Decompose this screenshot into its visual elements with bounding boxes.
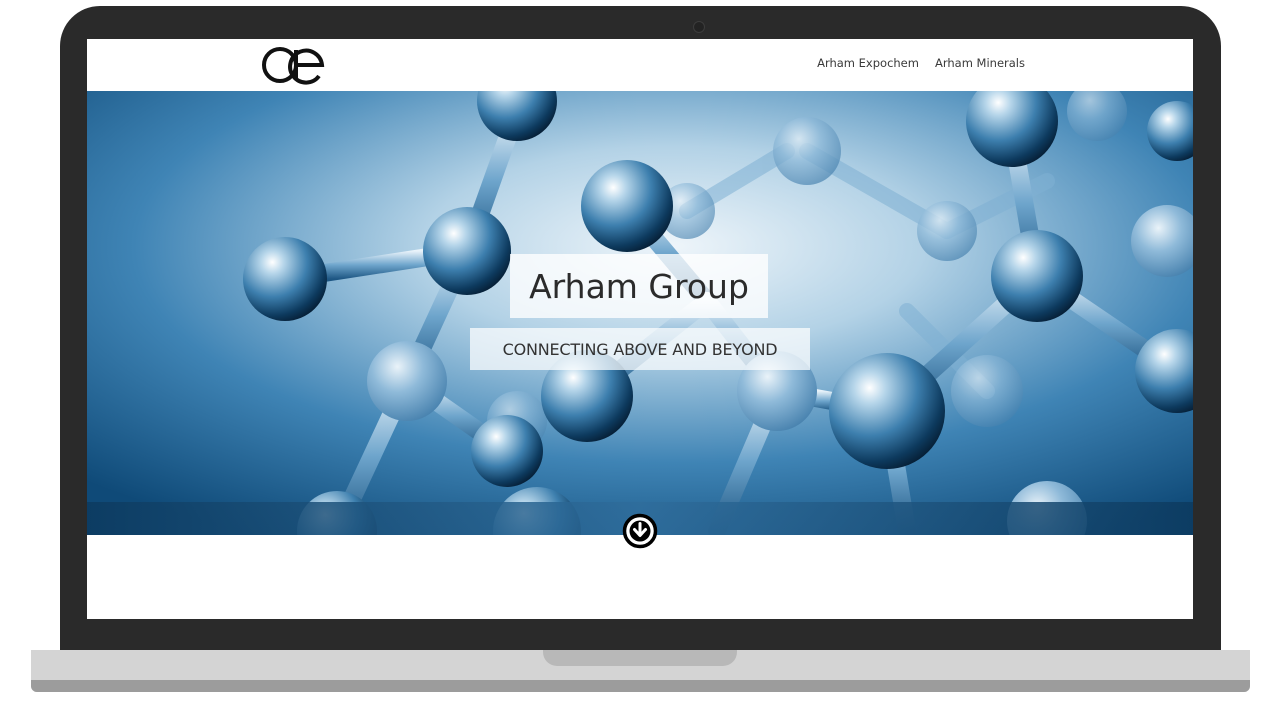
nav-item-arham-expochem[interactable]: Arham Expochem [817,56,919,70]
laptop-notch [543,650,737,666]
webcam-icon [693,21,705,33]
scroll-down-button[interactable] [622,513,658,549]
main-nav: Arham Expochem Arham Minerals [817,56,1025,70]
arrow-down-circle-icon [622,513,658,549]
site-logo[interactable] [259,42,327,90]
ae-logo-icon [262,47,325,85]
laptop-base-edge [31,680,1250,692]
laptop-base [31,650,1250,692]
browser-viewport: Arham Expochem Arham Minerals Arham Grou… [87,39,1193,619]
hero-subtitle-box: CONNECTING ABOVE AND BEYOND [470,328,810,370]
hero-title-box: Arham Group [510,254,768,318]
site-header: Arham Expochem Arham Minerals [87,39,1193,91]
hero-section: Arham Group CONNECTING ABOVE AND BEYOND [87,91,1193,535]
nav-item-arham-minerals[interactable]: Arham Minerals [935,56,1025,70]
hero-title: Arham Group [529,266,749,306]
hero-subtitle: CONNECTING ABOVE AND BEYOND [502,339,778,359]
